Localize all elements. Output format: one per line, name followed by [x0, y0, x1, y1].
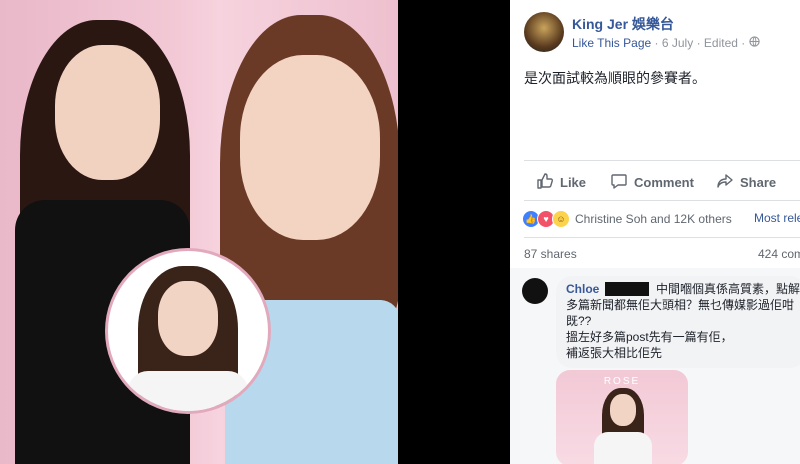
photo-backdrop-text: ROSE: [603, 376, 641, 387]
post-actions: Like Comment Share: [524, 168, 800, 196]
page-avatar[interactable]: [524, 12, 564, 52]
inset-body: [128, 371, 248, 411]
photo-face: [610, 394, 636, 426]
divider: [524, 237, 800, 238]
comment-line: 補返張大相比佢先: [566, 346, 663, 360]
post-photo[interactable]: [0, 0, 398, 464]
comment-icon: [610, 172, 628, 193]
comment-bubble: Chloe 中間嗰個真係高質素，點解咁 多篇新聞都無佢大頭相？無乜傳媒影過佢咁 …: [556, 276, 800, 368]
comment-line: 搵左好多篇post先有一篇有佢，: [566, 330, 733, 344]
comment-line: 中間嗰個真係高質素，點解咁: [656, 282, 800, 296]
reactors-text: Christine Soh and 12K others: [575, 212, 732, 226]
commenter-avatar[interactable]: [522, 278, 548, 304]
thumbs-up-icon: [536, 172, 554, 193]
post-date[interactable]: 6 July: [662, 36, 693, 50]
meta-separator: ·: [654, 36, 659, 50]
comment-photo[interactable]: ROSE: [556, 370, 688, 464]
redaction-block: [605, 282, 649, 296]
inset-face: [158, 281, 218, 356]
edited-label[interactable]: Edited: [704, 36, 738, 50]
facebook-post-panel: King Jer 娛樂台 Like This Page · 6 July · E…: [510, 0, 800, 464]
comment-section: Chloe 中間嗰個真係高質素，點解咁 多篇新聞都無佢大頭相？無乜傳媒影過佢咁 …: [510, 268, 800, 464]
divider: [524, 200, 800, 201]
comment-button[interactable]: Comment: [610, 172, 694, 193]
haha-reaction-icon: ☺: [552, 210, 570, 228]
like-button[interactable]: Like: [536, 172, 586, 193]
shares-count[interactable]: 87 shares: [524, 247, 577, 261]
globe-icon: [748, 36, 760, 50]
comments-count[interactable]: 424 com: [758, 247, 800, 261]
comment-line: 既??: [566, 314, 592, 328]
inset-portrait: [105, 248, 271, 414]
page-name[interactable]: King Jer 娛樂台: [572, 14, 674, 34]
comment-line: 多篇新聞都無佢大頭相？無乜傳媒影過佢咁: [566, 298, 795, 312]
share-button[interactable]: Share: [716, 172, 776, 193]
like-page-link[interactable]: Like This Page: [572, 36, 651, 50]
comment-label: Comment: [634, 175, 694, 190]
share-label: Share: [740, 175, 777, 190]
right-person-face: [240, 55, 380, 240]
post-text: 是次面試較為順眼的參賽者。: [524, 70, 706, 86]
meta-separator: ·: [741, 36, 746, 50]
divider: [524, 160, 800, 161]
reactions-summary[interactable]: 👍 ♥ ☺ Christine Soh and 12K others: [522, 210, 732, 228]
most-relevant-dropdown[interactable]: Most rele: [754, 211, 800, 225]
meta-separator: ·: [696, 36, 701, 50]
share-icon: [716, 172, 734, 193]
like-label: Like: [560, 175, 587, 190]
photo-body: [594, 432, 652, 464]
commenter-name[interactable]: Chloe: [566, 282, 599, 296]
post-meta: Like This Page · 6 July · Edited ·: [572, 36, 760, 50]
left-person-face: [55, 45, 160, 180]
